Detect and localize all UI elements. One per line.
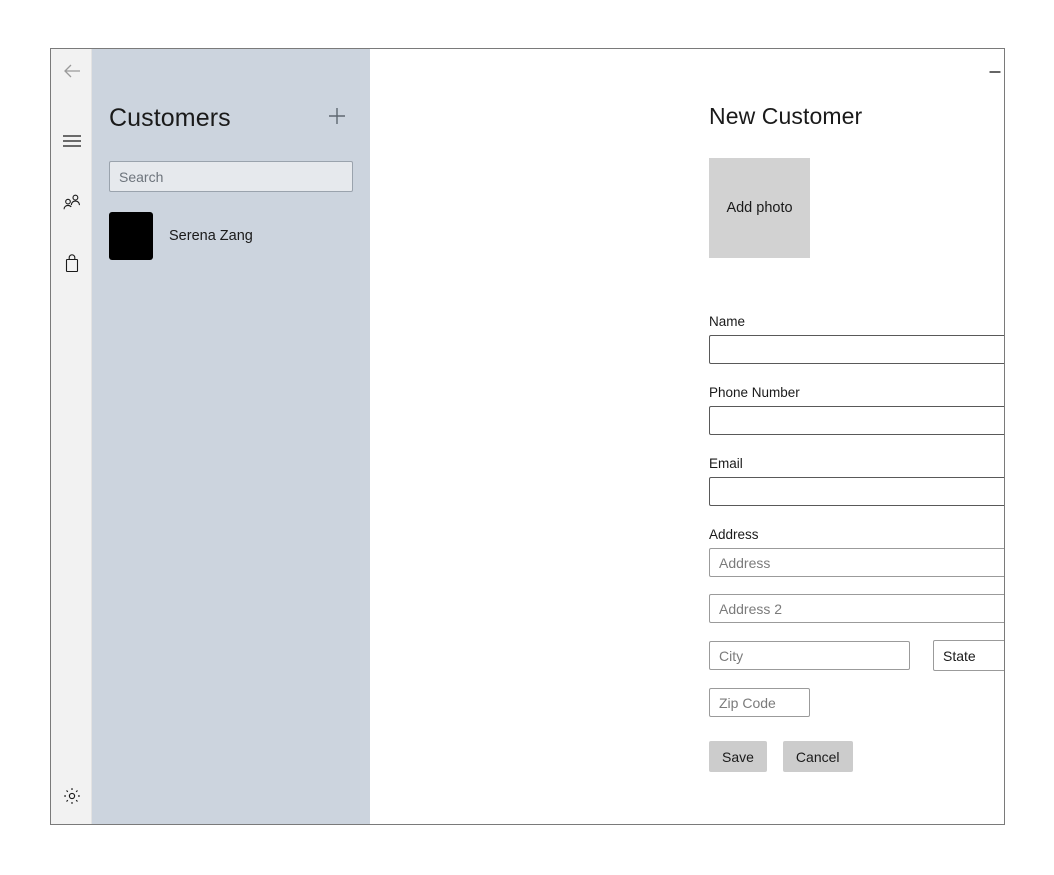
sidebar-item-customers[interactable] <box>51 181 92 225</box>
back-button[interactable] <box>51 49 92 93</box>
add-customer-button[interactable] <box>322 103 352 133</box>
window-caption-controls <box>972 49 1005 95</box>
phone-number-input[interactable] <box>709 406 1005 435</box>
address-line2-input[interactable] <box>709 594 1005 623</box>
plus-icon <box>326 105 348 132</box>
field-label-phone: Phone Number <box>709 385 1005 400</box>
customer-list: Serena Zang <box>92 208 370 264</box>
save-button[interactable]: Save <box>709 741 767 772</box>
search-input[interactable] <box>109 161 353 192</box>
orders-bag-icon <box>63 254 81 273</box>
field-phone: Phone Number <box>709 385 1005 435</box>
hamburger-menu-button[interactable] <box>51 119 92 163</box>
state-select[interactable]: State <box>933 640 1005 671</box>
customers-list-pane: Customers Serena Zang <box>92 49 370 824</box>
cancel-button[interactable]: Cancel <box>783 741 853 772</box>
hamburger-menu-icon <box>62 134 82 148</box>
customer-detail-pane: New Customer Add photo Name Phone Number… <box>370 49 1005 824</box>
minimize-button[interactable] <box>972 49 1005 95</box>
settings-gear-icon <box>62 786 82 806</box>
address-line1-input[interactable] <box>709 548 1005 577</box>
minimize-icon <box>988 67 1002 77</box>
state-select-value: State <box>943 648 976 664</box>
field-label-address: Address <box>709 527 1005 542</box>
field-zip <box>709 688 1005 717</box>
field-address: Address <box>709 527 1005 577</box>
settings-button[interactable] <box>51 774 92 818</box>
form-actions: Save Cancel <box>709 741 1005 772</box>
field-label-name: Name <box>709 314 1005 329</box>
search-wrap <box>92 161 370 192</box>
list-item-label: Serena Zang <box>169 228 253 244</box>
field-label-email: Email <box>709 456 1005 471</box>
list-header: Customers <box>92 83 370 153</box>
city-state-row: State <box>709 640 1005 671</box>
detail-body: New Customer Add photo Name Phone Number… <box>370 49 1005 772</box>
detail-title: New Customer <box>709 103 1005 130</box>
add-photo-label: Add photo <box>726 200 792 216</box>
city-input[interactable] <box>709 641 910 670</box>
field-email: Email <box>709 456 1005 506</box>
sidebar-item-orders[interactable] <box>51 241 92 285</box>
zip-code-input[interactable] <box>709 688 810 717</box>
avatar <box>109 212 153 260</box>
field-name: Name <box>709 314 1005 364</box>
name-input[interactable] <box>709 335 1005 364</box>
email-input[interactable] <box>709 477 1005 506</box>
back-arrow-icon <box>61 60 83 82</box>
app-window: Customers Serena Zang <box>50 48 1005 825</box>
navigation-rail <box>51 49 92 824</box>
page-title: Customers <box>109 104 231 133</box>
list-item[interactable]: Serena Zang <box>109 208 353 264</box>
customers-people-icon <box>62 194 82 212</box>
add-photo-button[interactable]: Add photo <box>709 158 810 258</box>
field-address2 <box>709 594 1005 623</box>
